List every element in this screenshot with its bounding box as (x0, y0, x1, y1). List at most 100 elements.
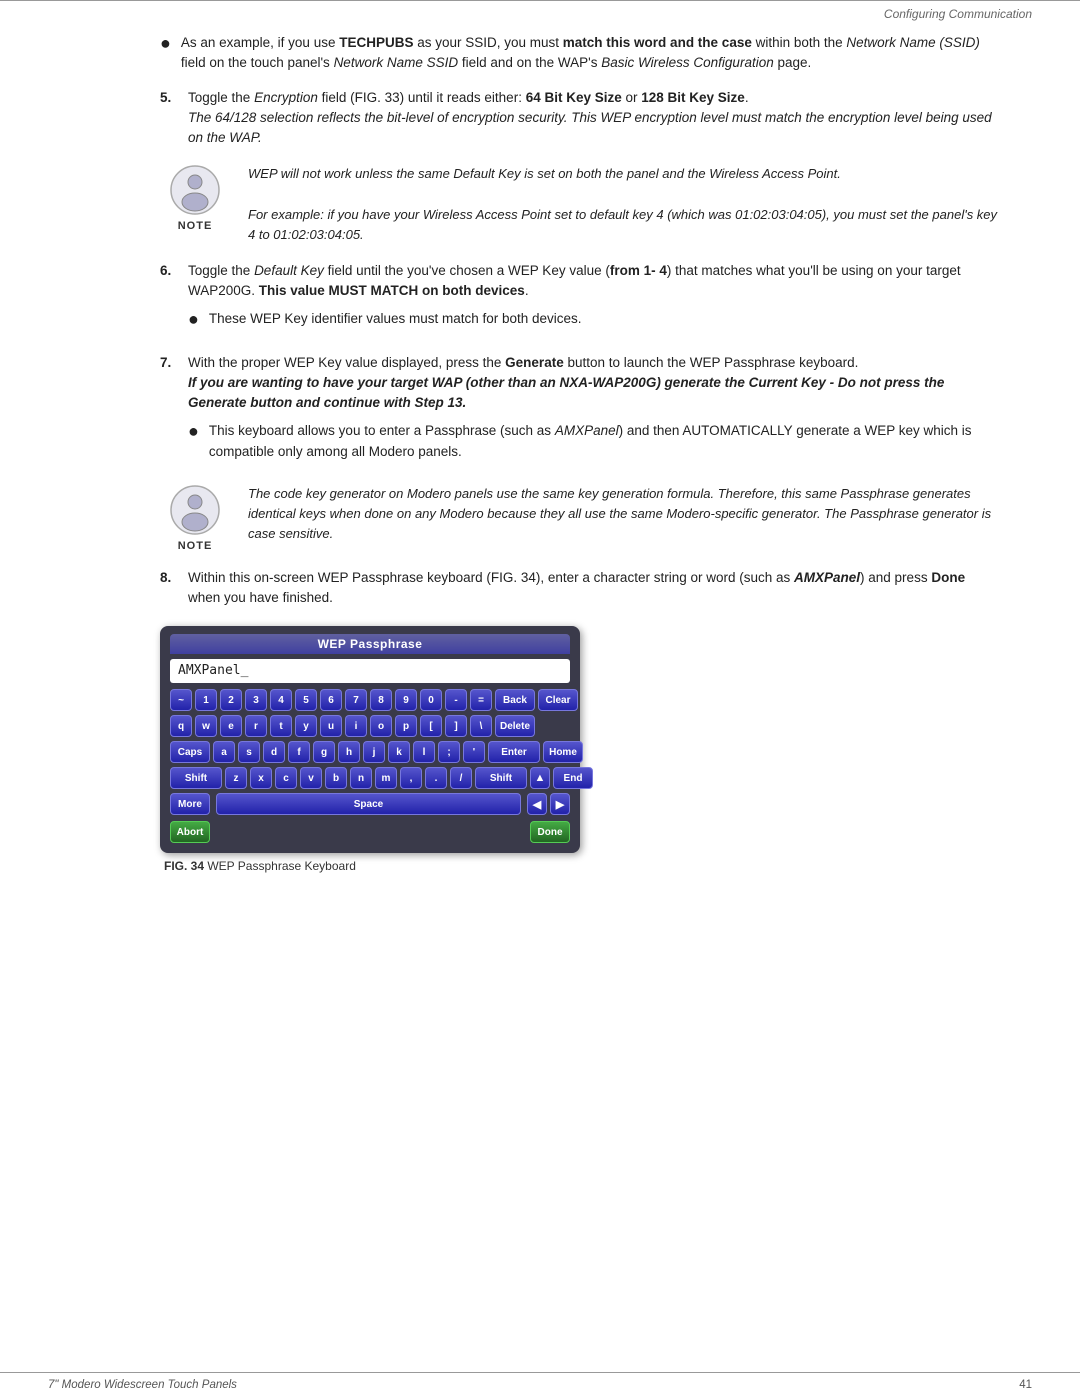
key-up[interactable]: ▲ (530, 767, 550, 789)
kb-row-5: More Space ◀ ▶ (170, 793, 570, 815)
key-quote[interactable]: ' (463, 741, 485, 763)
key-w[interactable]: w (195, 715, 217, 737)
step-7-content: With the proper WEP Key value displayed,… (188, 353, 1000, 468)
sub-bullet-dot-1: ● (188, 307, 199, 332)
key-i[interactable]: i (345, 715, 367, 737)
key-l[interactable]: l (413, 741, 435, 763)
key-period[interactable]: . (425, 767, 447, 789)
step-7-sub-text-1: This keyboard allows you to enter a Pass… (209, 421, 1000, 462)
bullet-item-1: ● As an example, if you use TECHPUBS as … (160, 33, 1000, 74)
key-r[interactable]: r (245, 715, 267, 737)
wep-bottom-row: Abort Done (170, 821, 570, 843)
key-t[interactable]: t (270, 715, 292, 737)
key-m[interactable]: m (375, 767, 397, 789)
footer-left: 7" Modero Widescreen Touch Panels (48, 1379, 237, 1391)
step-6: 6. Toggle the Default Key field until th… (160, 261, 1000, 339)
main-content: ● As an example, if you use TECHPUBS as … (0, 23, 1080, 1372)
key-s[interactable]: s (238, 741, 260, 763)
key-h[interactable]: h (338, 741, 360, 763)
step-6-sub-text-1: These WEP Key identifier values must mat… (209, 309, 582, 329)
key-left[interactable]: ◀ (527, 793, 547, 815)
key-3[interactable]: 3 (245, 689, 267, 711)
key-n[interactable]: n (350, 767, 372, 789)
key-y[interactable]: y (295, 715, 317, 737)
key-7[interactable]: 7 (345, 689, 367, 711)
key-z[interactable]: z (225, 767, 247, 789)
step-6-sub-list: ● These WEP Key identifier values must m… (188, 309, 1000, 332)
key-abort[interactable]: Abort (170, 821, 210, 843)
wep-input-row[interactable]: AMXPanel_ (170, 659, 570, 683)
key-backslash[interactable]: \ (470, 715, 492, 737)
key-q[interactable]: q (170, 715, 192, 737)
step-6-num: 6. (160, 261, 188, 281)
key-u[interactable]: u (320, 715, 342, 737)
page-container: Configuring Communication ● As an exampl… (0, 0, 1080, 1397)
key-c[interactable]: c (275, 767, 297, 789)
key-p[interactable]: p (395, 715, 417, 737)
key-shift-left[interactable]: Shift (170, 767, 222, 789)
key-e[interactable]: e (220, 715, 242, 737)
key-9[interactable]: 9 (395, 689, 417, 711)
note-box-2: NOTE The code key generator on Modero pa… (160, 484, 1000, 552)
wep-keyboard-rows: ~ 1 2 3 4 5 6 7 8 9 0 - = Back C (170, 689, 570, 815)
key-f[interactable]: f (288, 741, 310, 763)
key-x[interactable]: x (250, 767, 272, 789)
note-icon-area-1: NOTE (160, 164, 230, 232)
key-8[interactable]: 8 (370, 689, 392, 711)
key-home[interactable]: Home (543, 741, 583, 763)
footer-right: 41 (1019, 1379, 1032, 1391)
key-equals[interactable]: = (470, 689, 492, 711)
key-v[interactable]: v (300, 767, 322, 789)
kb-row-4: Shift z x c v b n m , . / Shift ▲ End (170, 767, 570, 789)
key-enter[interactable]: Enter (488, 741, 540, 763)
key-caps[interactable]: Caps (170, 741, 210, 763)
key-comma[interactable]: , (400, 767, 422, 789)
key-5[interactable]: 5 (295, 689, 317, 711)
bullet-dot-1: ● (160, 31, 171, 56)
key-slash[interactable]: / (450, 767, 472, 789)
key-6[interactable]: 6 (320, 689, 342, 711)
key-g[interactable]: g (313, 741, 335, 763)
step-8-content: Within this on-screen WEP Passphrase key… (188, 568, 1000, 609)
step-5-content: Toggle the Encryption field (FIG. 33) un… (188, 88, 1000, 149)
figure-container: WEP Passphrase AMXPanel_ ~ 1 2 3 4 5 6 7… (160, 626, 1000, 873)
note-text-2: The code key generator on Modero panels … (248, 484, 1000, 544)
key-rbracket[interactable]: ] (445, 715, 467, 737)
note-icon-area-2: NOTE (160, 484, 230, 552)
key-2[interactable]: 2 (220, 689, 242, 711)
key-j[interactable]: j (363, 741, 385, 763)
key-minus[interactable]: - (445, 689, 467, 711)
key-4[interactable]: 4 (270, 689, 292, 711)
step-5-num: 5. (160, 88, 188, 108)
note-icon-svg-1 (169, 164, 221, 216)
note-label-1: NOTE (178, 220, 213, 232)
key-d[interactable]: d (263, 741, 285, 763)
key-a[interactable]: a (213, 741, 235, 763)
key-clear[interactable]: Clear (538, 689, 578, 711)
key-shift-right[interactable]: Shift (475, 767, 527, 789)
key-right[interactable]: ▶ (550, 793, 570, 815)
key-delete[interactable]: Delete (495, 715, 535, 737)
kb-row-3: Caps a s d f g h j k l ; ' Enter Home (170, 741, 570, 763)
key-1[interactable]: 1 (195, 689, 217, 711)
wep-title-bar: WEP Passphrase (170, 634, 570, 654)
key-done[interactable]: Done (530, 821, 570, 843)
key-end[interactable]: End (553, 767, 593, 789)
key-space[interactable]: Space (216, 793, 521, 815)
key-k[interactable]: k (388, 741, 410, 763)
key-semicolon[interactable]: ; (438, 741, 460, 763)
note-text-1: WEP will not work unless the same Defaul… (248, 164, 1000, 245)
bullet-list-1: ● As an example, if you use TECHPUBS as … (160, 33, 1000, 74)
key-lbracket[interactable]: [ (420, 715, 442, 737)
note-icon-svg-2 (169, 484, 221, 536)
sub-bullet-dot-2: ● (188, 419, 199, 444)
figure-caption: FIG. 34 WEP Passphrase Keyboard (164, 859, 356, 873)
key-o[interactable]: o (370, 715, 392, 737)
key-0[interactable]: 0 (420, 689, 442, 711)
key-back[interactable]: Back (495, 689, 535, 711)
note-label-2: NOTE (178, 540, 213, 552)
key-b[interactable]: b (325, 767, 347, 789)
key-more[interactable]: More (170, 793, 210, 815)
wep-keyboard: WEP Passphrase AMXPanel_ ~ 1 2 3 4 5 6 7… (160, 626, 580, 853)
key-tilde[interactable]: ~ (170, 689, 192, 711)
